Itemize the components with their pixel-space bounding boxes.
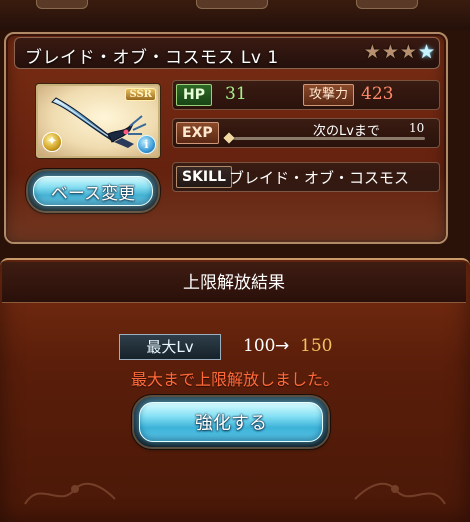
ssr-badge: SSR (125, 88, 156, 101)
info-icon[interactable]: i (137, 135, 156, 154)
exp-next-value: 10 (409, 121, 425, 135)
hp-label: HP (176, 84, 212, 106)
skill-label: SKILL (176, 166, 232, 188)
top-tab-left[interactable] (36, 0, 88, 9)
exp-label: EXP (176, 122, 219, 144)
max-lv-label: 最大Lv (119, 334, 221, 360)
atk-value: 423 (361, 84, 394, 104)
max-lv-arrow: → (275, 336, 290, 356)
weapon-name: ブレイド・オブ・コスモス Lv 1 (25, 48, 279, 68)
exp-progress-bar (223, 132, 425, 144)
light-element-icon: ✦ (42, 132, 62, 152)
top-strip (0, 0, 470, 30)
skill-name: ブレイド・オブ・コスモス (229, 169, 410, 187)
rank-star-4-icon: ★ (417, 41, 435, 63)
top-tab-right[interactable] (356, 0, 418, 9)
weapon-thumbnail[interactable]: SSR ✦ i (36, 84, 160, 158)
atk-label: 攻撃力 (303, 84, 355, 106)
hp-value: 31 (225, 84, 247, 104)
panel-ornament-right (354, 482, 446, 505)
exp-progress-marker (223, 132, 235, 144)
limit-break-result-panel: 上限解放結果 最大Lv 100 → 150 最大まで上限解放しました。 強化する (0, 258, 470, 522)
rank-star-2-icon: ★ (381, 41, 399, 63)
rank-star-3-icon: ★ (399, 41, 417, 63)
rarity-stars: ★ ★ ★ ★ (364, 42, 435, 62)
weapon-name-bar: ブレイド・オブ・コスモス Lv 1 ★ ★ ★ ★ (14, 37, 440, 69)
enhance-label: 強化する (195, 413, 267, 434)
max-lv-from: 100 (243, 336, 276, 356)
max-lv-to: 150 (300, 336, 333, 356)
base-change-label: ベース変更 (50, 183, 136, 204)
stat-row-hp-atk: HP 31 攻撃力 423 (172, 80, 440, 110)
top-tab-center[interactable] (196, 0, 268, 9)
stat-row-skill[interactable]: SKILL ブレイド・オブ・コスモス (172, 162, 440, 192)
stat-row-exp: EXP 次のLvまで 10 (172, 118, 440, 148)
enhance-button[interactable]: 強化する (134, 397, 328, 447)
limit-break-message: 最大まで上限解放しました。 (130, 370, 339, 389)
panel-title: 上限解放結果 (2, 262, 466, 303)
weapon-card: ブレイド・オブ・コスモス Lv 1 ★★★★ SSR ✦ i ベース変更 (4, 32, 448, 244)
base-change-button[interactable]: ベース変更 (28, 171, 158, 211)
rank-star-1-icon: ★ (363, 41, 381, 63)
panel-ornament-left (24, 482, 116, 505)
